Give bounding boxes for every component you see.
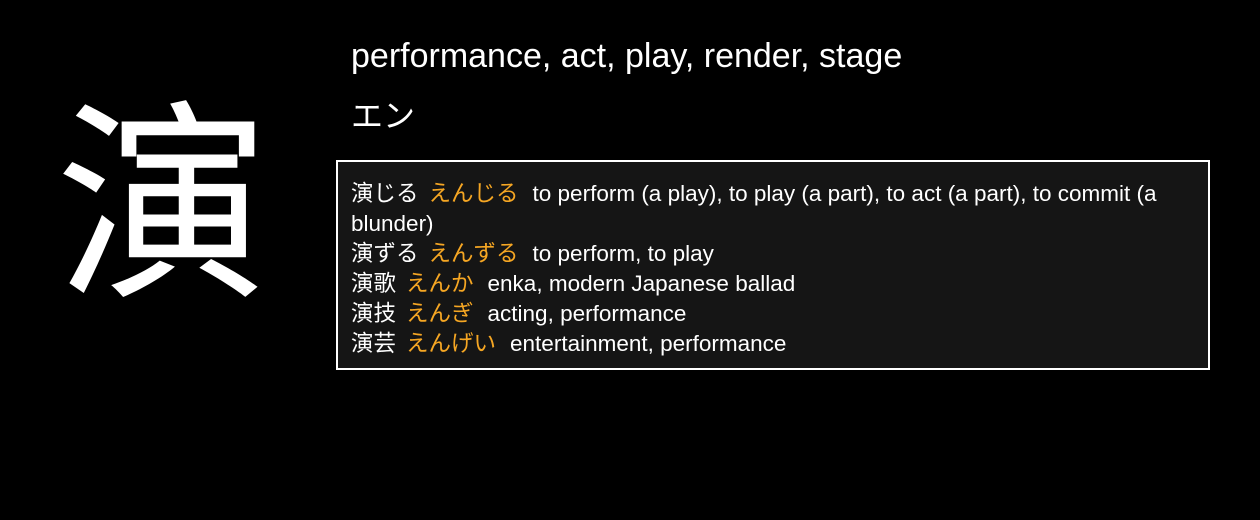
vocab-word: 演技: [351, 301, 397, 326]
vocab-entry: 演歌 えんか enka, modern Japanese ballad: [351, 269, 1196, 299]
vocab-word: 演歌: [351, 271, 397, 296]
kanji-reading: エン: [351, 97, 416, 135]
kanji-meaning: performance, act, play, render, stage: [351, 37, 903, 75]
vocab-kana: えんか: [406, 271, 474, 296]
kanji-character: 演: [55, 83, 270, 332]
vocab-definition: acting, performance: [487, 301, 687, 326]
vocab-word: 演じる: [351, 181, 419, 206]
vocabulary-list: 演じる えんじる to perform (a play), to play (a p…: [336, 160, 1210, 370]
vocab-entry: 演ずる えんずる to perform, to play: [351, 239, 1196, 269]
vocab-entry: 演じる えんじる to perform (a play), to play (a p…: [351, 179, 1196, 239]
vocab-word: 演ずる: [351, 241, 419, 266]
vocab-kana: えんぎ: [406, 301, 474, 326]
vocab-definition: to perform, to play: [532, 241, 714, 266]
vocab-definition: enka, modern Japanese ballad: [487, 271, 796, 296]
vocab-kana: えんじる: [428, 181, 519, 206]
vocab-word: 演芸: [351, 331, 397, 356]
vocab-kana: えんずる: [428, 241, 519, 266]
vocab-definition: entertainment, performance: [510, 331, 787, 356]
vocab-entry: 演芸 えんげい entertainment, performance: [351, 329, 1196, 359]
vocab-entry: 演技 えんぎ acting, performance: [351, 299, 1196, 329]
vocab-kana: えんげい: [406, 331, 497, 356]
